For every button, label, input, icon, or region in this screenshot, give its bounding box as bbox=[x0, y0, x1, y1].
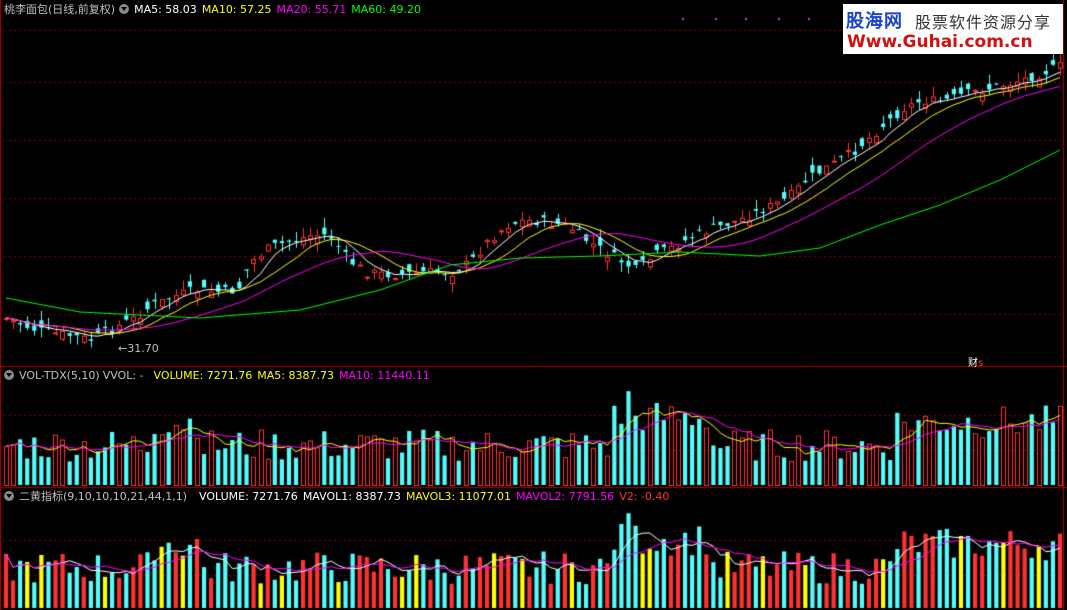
finance-marker[interactable]: 财s bbox=[968, 354, 983, 369]
vol-panel-header: VOL-TDX(5,10) VVOL: - VOLUME: 7271.76 MA5: … bbox=[4, 369, 435, 383]
indicator-panel-header: 二黄指标(9,10,10,10,21,44,1,1) VOLUME: 7271.7… bbox=[4, 490, 674, 504]
mavol3-value: MAVOL3: 11077.01 bbox=[405, 490, 512, 503]
stock-title[interactable]: 桃李面包(日线,前复权) bbox=[4, 3, 115, 16]
vol-ma10-value: MA10: 11440.11 bbox=[339, 369, 430, 382]
dropdown-circle-icon[interactable] bbox=[4, 491, 14, 501]
watermark-subtitle: 股票软件资源分享 bbox=[915, 13, 1052, 32]
main-panel-header: 桃李面包(日线,前复权) MA5: 58.03 MA10: 57.25 MA20: 5… bbox=[4, 3, 426, 17]
vol-ma5-value: MA5: 8387.73 bbox=[257, 369, 334, 382]
ma20-value: MA20: 55.71 bbox=[276, 3, 347, 16]
ma5-value: MA5: 58.03 bbox=[134, 3, 197, 16]
watermark-title: 股海网 bbox=[846, 11, 903, 32]
indicator-name[interactable]: 二黄指标(9,10,10,10,21,44,1,1) bbox=[19, 490, 187, 503]
vvol-value: VVOL: - bbox=[102, 369, 144, 382]
v2-value: V2: -0.40 bbox=[619, 490, 670, 503]
ma60-value: MA60: 49.20 bbox=[351, 3, 421, 16]
ind-volume-value: VOLUME: 7271.76 bbox=[199, 490, 298, 503]
dropdown-circle-icon[interactable] bbox=[4, 370, 14, 380]
low-price-label: ←31.70 bbox=[118, 342, 159, 355]
ma10-value: MA10: 57.25 bbox=[201, 3, 272, 16]
volume-value: VOLUME: 7271.76 bbox=[153, 369, 253, 382]
guhai-watermark-logo: 股海网 股票软件资源分享 Www.Guhai.com.cn bbox=[843, 4, 1063, 54]
mavol1-value: MAVOL1: 8387.73 bbox=[302, 490, 401, 503]
watermark-url: Www.Guhai.com.cn bbox=[847, 32, 1033, 52]
vol-indicator-name[interactable]: VOL-TDX(5,10) bbox=[19, 369, 100, 382]
stock-chart-canvas[interactable] bbox=[0, 0, 1067, 610]
dropdown-circle-icon[interactable] bbox=[119, 4, 130, 14]
mavol2-value: MAVOL2: 7791.56 bbox=[516, 490, 615, 503]
